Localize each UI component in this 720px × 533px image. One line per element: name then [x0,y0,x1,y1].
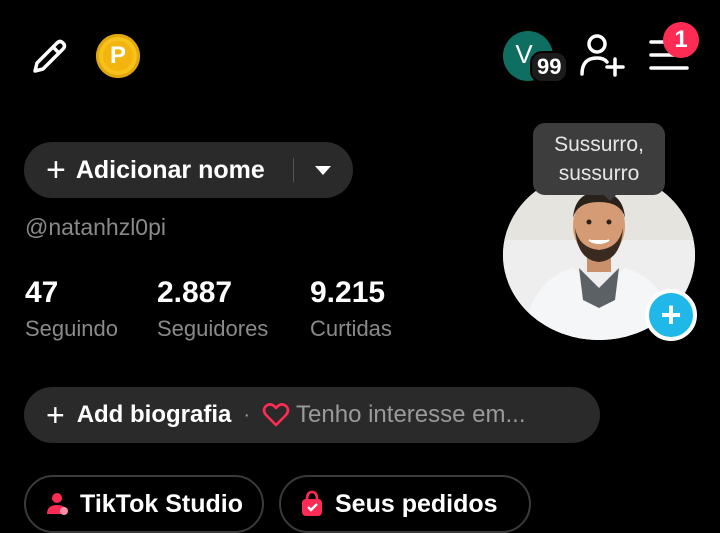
coin-letter: P [103,41,133,71]
chevron-down-icon[interactable] [315,166,331,175]
divider [293,158,294,182]
whisper-tooltip: Sussurro, sussurro [533,123,665,195]
stat-followers[interactable]: 2.887 Seguidores [157,276,268,342]
stat-following[interactable]: 47 Seguindo [25,276,118,342]
stat-likes[interactable]: 9.215 Curtidas [310,276,392,342]
your-orders-label: Seus pedidos [335,489,498,518]
account-notification-count: 99 [530,51,569,83]
plus-icon: + [46,151,66,189]
edit-pencil-icon[interactable] [26,34,72,80]
stat-value: 47 [25,276,59,309]
notification-badge: 1 [663,22,699,58]
add-bio-button[interactable]: + Add biografia · Tenho interesse em... [24,387,600,443]
your-orders-button[interactable]: Seus pedidos [279,475,531,533]
add-bio-label: Add biografia [76,401,232,428]
shopping-bag-icon [299,490,325,518]
coins-icon[interactable]: P [96,34,140,78]
add-friend-icon[interactable] [578,32,626,78]
tiktok-studio-button[interactable]: TikTok Studio [24,475,264,533]
tooltip-line: sussurro [558,162,640,185]
tooltip-line: Sussurro, [554,133,644,156]
add-name-button[interactable]: + Adicionar nome [24,142,353,198]
separator-dot: · [243,403,251,426]
stat-value: 9.215 [310,276,386,309]
add-name-label: Adicionar nome [75,155,265,184]
interest-placeholder: Tenho interesse em... [296,401,526,428]
plus-icon: + [46,397,65,433]
tooltip-arrow [602,193,618,201]
stat-label: Curtidas [310,316,392,341]
stat-value: 2.887 [157,276,233,309]
add-photo-button[interactable]: + [645,289,697,341]
studio-icon [44,491,70,517]
tiktok-studio-label: TikTok Studio [80,489,243,518]
stat-label: Seguindo [25,316,118,341]
username: @natanhzl0pi [25,214,166,240]
heart-icon [262,402,290,428]
stat-label: Seguidores [157,316,269,341]
